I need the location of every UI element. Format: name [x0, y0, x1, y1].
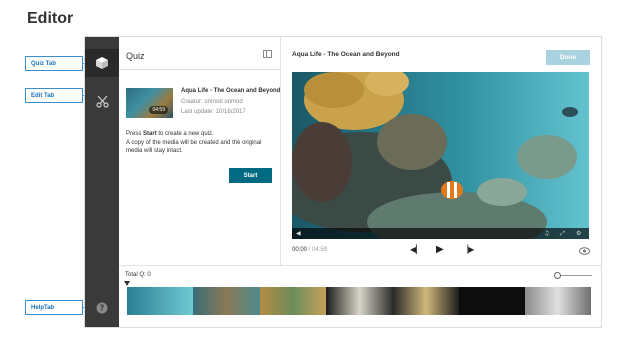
fullscreen-icon[interactable]: ⤢	[560, 230, 565, 238]
filmstrip-frame	[260, 287, 326, 315]
media-title: Aqua Life - The Ocean and Beyond	[181, 88, 281, 94]
current-time: 00:00	[292, 247, 308, 253]
divider	[119, 69, 280, 70]
play-icon[interactable]: ▶	[436, 244, 444, 255]
filmstrip-frame	[193, 287, 260, 315]
media-thumbnail: 04:59	[126, 88, 173, 118]
filmstrip-frame	[326, 287, 393, 315]
svg-text:?: ?	[100, 304, 105, 313]
settings-icon[interactable]: ⚙	[576, 230, 581, 237]
playhead-marker[interactable]	[124, 281, 130, 286]
skip-forward-icon[interactable]: ▕▶	[462, 245, 474, 254]
timeline-filmstrip[interactable]	[127, 287, 591, 315]
volume-icon[interactable]: ◀	[296, 230, 301, 237]
total-questions: Total Q: 0	[125, 272, 151, 278]
timeline-panel: Total Q: 0	[119, 265, 601, 327]
filmstrip-frame	[525, 287, 591, 315]
time-display: 00:00 / 04:59	[292, 247, 327, 253]
player-title: Aqua Life - The Ocean and Beyond	[292, 51, 400, 58]
page-title: Editor	[27, 10, 74, 27]
media-creator: Creator: unmod unmod	[181, 99, 243, 105]
editor-sidebar: ?	[85, 37, 119, 327]
cube-icon	[96, 57, 108, 69]
quiz-panel: Quiz 04:59 Aqua Life - The Ocean and Bey…	[119, 37, 281, 265]
instructions-text: Press	[126, 131, 144, 137]
instructions-text: to create a new quiz.	[156, 131, 214, 137]
callout-edit-tab: Edit Tab	[25, 88, 83, 103]
tab-quiz[interactable]	[85, 49, 119, 77]
start-button[interactable]: Start	[229, 168, 272, 183]
help-icon: ?	[96, 302, 108, 314]
eye-icon[interactable]	[579, 247, 590, 255]
done-button[interactable]: Done	[546, 50, 590, 65]
quiz-instructions: Press Start to create a new quiz. A copy…	[126, 130, 276, 156]
callout-quiz-tab: Quiz Tab	[25, 56, 83, 71]
tab-help[interactable]: ?	[93, 299, 111, 317]
video-control-bar: ◀ ♫ ⤢ ⚙	[292, 228, 589, 239]
thumbnail-duration: 04:59	[149, 106, 168, 114]
skip-back-icon[interactable]: ◀▏	[410, 245, 422, 254]
zoom-slider-track[interactable]	[558, 275, 592, 276]
total-duration: / 04:59	[307, 247, 328, 253]
captions-icon[interactable]: ♫	[544, 230, 549, 237]
filmstrip-frame	[459, 287, 525, 315]
player-panel: Aqua Life - The Ocean and Beyond Done ◀ …	[282, 37, 601, 265]
sidebar-toggle-icon[interactable]	[263, 50, 272, 58]
filmstrip-frame	[127, 287, 193, 315]
zoom-slider-handle[interactable]	[554, 272, 561, 279]
scissors-icon	[95, 95, 109, 108]
panel-title: Quiz	[126, 51, 145, 61]
instructions-copy-note: A copy of the media will be created and …	[126, 139, 262, 155]
video-player[interactable]: ◀ ♫ ⤢ ⚙	[292, 72, 589, 239]
media-last-update: Last update: 10/16/2017	[181, 109, 246, 115]
video-frame	[292, 72, 589, 239]
tab-edit[interactable]	[93, 92, 111, 110]
filmstrip-frame	[393, 287, 459, 315]
callout-help-tab: HelpTab	[25, 300, 83, 315]
instructions-start-word: Start	[143, 131, 157, 137]
